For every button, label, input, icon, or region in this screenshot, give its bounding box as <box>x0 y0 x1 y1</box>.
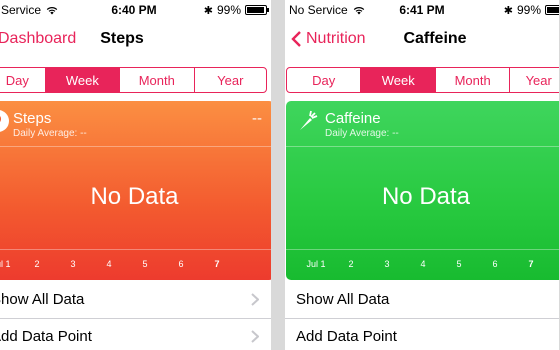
period-segmented-control: Day Week Month Year <box>0 67 267 93</box>
status-bar: No Service 6:41 PM ✱ 99% <box>285 0 559 20</box>
battery-percent: 99% <box>216 3 241 17</box>
segment-week[interactable]: Week <box>45 68 121 92</box>
card-title: Steps <box>13 110 52 127</box>
axis-label: 7 <box>528 259 534 269</box>
axis-label: 2 <box>348 259 354 269</box>
page-title-text: Steps <box>100 30 144 47</box>
period-segmented-control: Day Week Month Year <box>286 67 559 93</box>
status-bar: Service 6:40 PM ✱ 99% <box>0 0 271 20</box>
battery-percent: 99% <box>516 3 541 17</box>
axis-label: 7 <box>214 259 220 269</box>
axis-label: 3 <box>70 259 76 269</box>
axis-label: 2 <box>34 259 40 269</box>
segment-year[interactable]: Year <box>195 68 266 92</box>
axis-label: 5 <box>142 259 148 269</box>
card-divider-top <box>286 146 559 147</box>
card-divider-bottom <box>0 249 271 250</box>
axis-label: 4 <box>420 259 426 269</box>
caffeine-chart-card[interactable]: Caffeine Daily Average: -- No Data Jul 1… <box>286 101 559 280</box>
axis-label: 5 <box>456 259 462 269</box>
back-button[interactable]: Dashboard <box>0 30 76 48</box>
daily-average: Daily Average: -- <box>325 128 399 139</box>
add-data-point-row[interactable]: Add Data Point <box>0 319 271 350</box>
x-axis: Jul 1 2 3 4 5 6 7 <box>286 259 559 271</box>
actions-list: Show All Data Add Data Point <box>285 282 559 350</box>
actions-list: Show All Data Add Data Point <box>0 282 271 350</box>
segment-day[interactable]: Day <box>287 68 362 92</box>
nav-bar: Dashboard Steps <box>0 24 271 58</box>
segment-week[interactable]: Week <box>361 68 436 92</box>
segment-year[interactable]: Year <box>510 68 559 92</box>
screenshot-divider <box>277 0 285 350</box>
axis-label: 4 <box>106 259 112 269</box>
page-title: Caffeine <box>403 30 467 47</box>
chevron-right-icon <box>251 330 259 343</box>
chevron-left-icon <box>291 31 301 47</box>
show-all-data-row[interactable]: Show All Data <box>285 282 559 319</box>
nav-bar: Nutrition Caffeine <box>285 24 559 58</box>
back-label: Nutrition <box>306 30 366 47</box>
back-button[interactable]: Nutrition <box>291 30 366 48</box>
bluetooth-icon: ✱ <box>203 4 213 17</box>
add-data-point-row[interactable]: Add Data Point <box>285 319 559 350</box>
card-divider-bottom <box>286 249 559 250</box>
show-all-data-row[interactable]: Show All Data <box>0 282 271 319</box>
back-label: Dashboard <box>0 30 77 47</box>
axis-label: 6 <box>492 259 498 269</box>
battery-icon <box>545 5 559 15</box>
chevron-right-icon <box>251 293 259 306</box>
axis-label: 6 <box>178 259 184 269</box>
steps-icon <box>0 110 9 132</box>
daily-average: Daily Average: -- <box>13 128 87 139</box>
carrot-icon <box>296 110 318 132</box>
caffeine-screen: No Service 6:41 PM ✱ 99% Nutrition Caffe… <box>285 0 559 350</box>
no-data-label: No Data <box>381 183 471 210</box>
axis-label: 3 <box>384 259 390 269</box>
no-data-label: No Data <box>90 183 179 210</box>
card-divider-top <box>0 146 271 147</box>
segment-month[interactable]: Month <box>120 68 195 92</box>
row-label: Show All Data <box>0 291 85 308</box>
bluetooth-icon: ✱ <box>503 4 513 17</box>
steps-chart-card[interactable]: Steps Daily Average: -- -- No Data Jul 1… <box>0 101 271 280</box>
row-label: Add Data Point <box>0 328 92 345</box>
axis-label: Jul 1 <box>0 259 11 269</box>
current-value: -- <box>252 110 262 127</box>
row-label: Show All Data <box>296 291 390 308</box>
steps-screen: Service 6:40 PM ✱ 99% Dashboard Steps Da… <box>0 0 271 350</box>
x-axis: Jul 1 2 3 4 5 6 7 <box>0 259 271 271</box>
axis-label: Jul 1 <box>306 259 326 269</box>
segment-day[interactable]: Day <box>0 68 46 92</box>
battery-icon <box>245 5 269 15</box>
card-title: Caffeine <box>325 110 381 127</box>
row-label: Add Data Point <box>296 328 397 345</box>
segment-month[interactable]: Month <box>436 68 511 92</box>
